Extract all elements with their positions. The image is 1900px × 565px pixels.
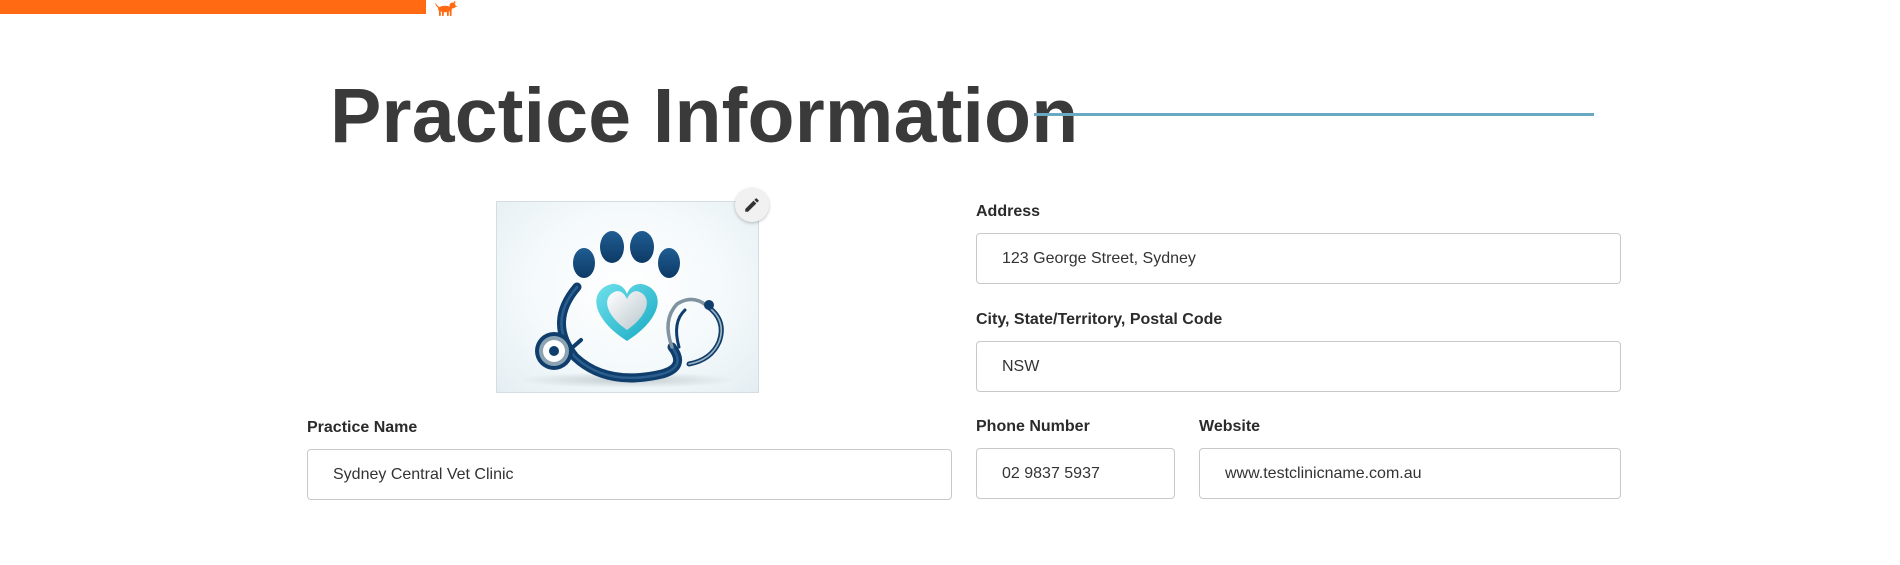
dog-icon — [434, 0, 458, 18]
phone-number-input[interactable] — [976, 448, 1175, 499]
pencil-icon — [745, 198, 759, 212]
phone-number-label: Phone Number — [976, 418, 1090, 435]
edit-logo-button[interactable] — [735, 188, 769, 222]
onboarding-progress-bar — [0, 0, 1900, 16]
page-title: Practice Information — [330, 73, 1079, 159]
paw-heart-stethoscope-logo — [519, 231, 735, 388]
address-label: Address — [976, 203, 1041, 220]
website-label: Website — [1199, 418, 1261, 435]
progress-fill — [0, 0, 426, 14]
practice-logo — [496, 201, 759, 393]
website-input[interactable] — [1199, 448, 1621, 499]
address-input[interactable] — [976, 233, 1621, 284]
title-divider — [1034, 113, 1594, 116]
city-state-postal-input[interactable] — [976, 341, 1621, 392]
practice-name-label: Practice Name — [307, 419, 418, 436]
city-state-postal-label: City, State/Territory, Postal Code — [976, 311, 1223, 328]
practice-name-input[interactable] — [307, 449, 952, 500]
